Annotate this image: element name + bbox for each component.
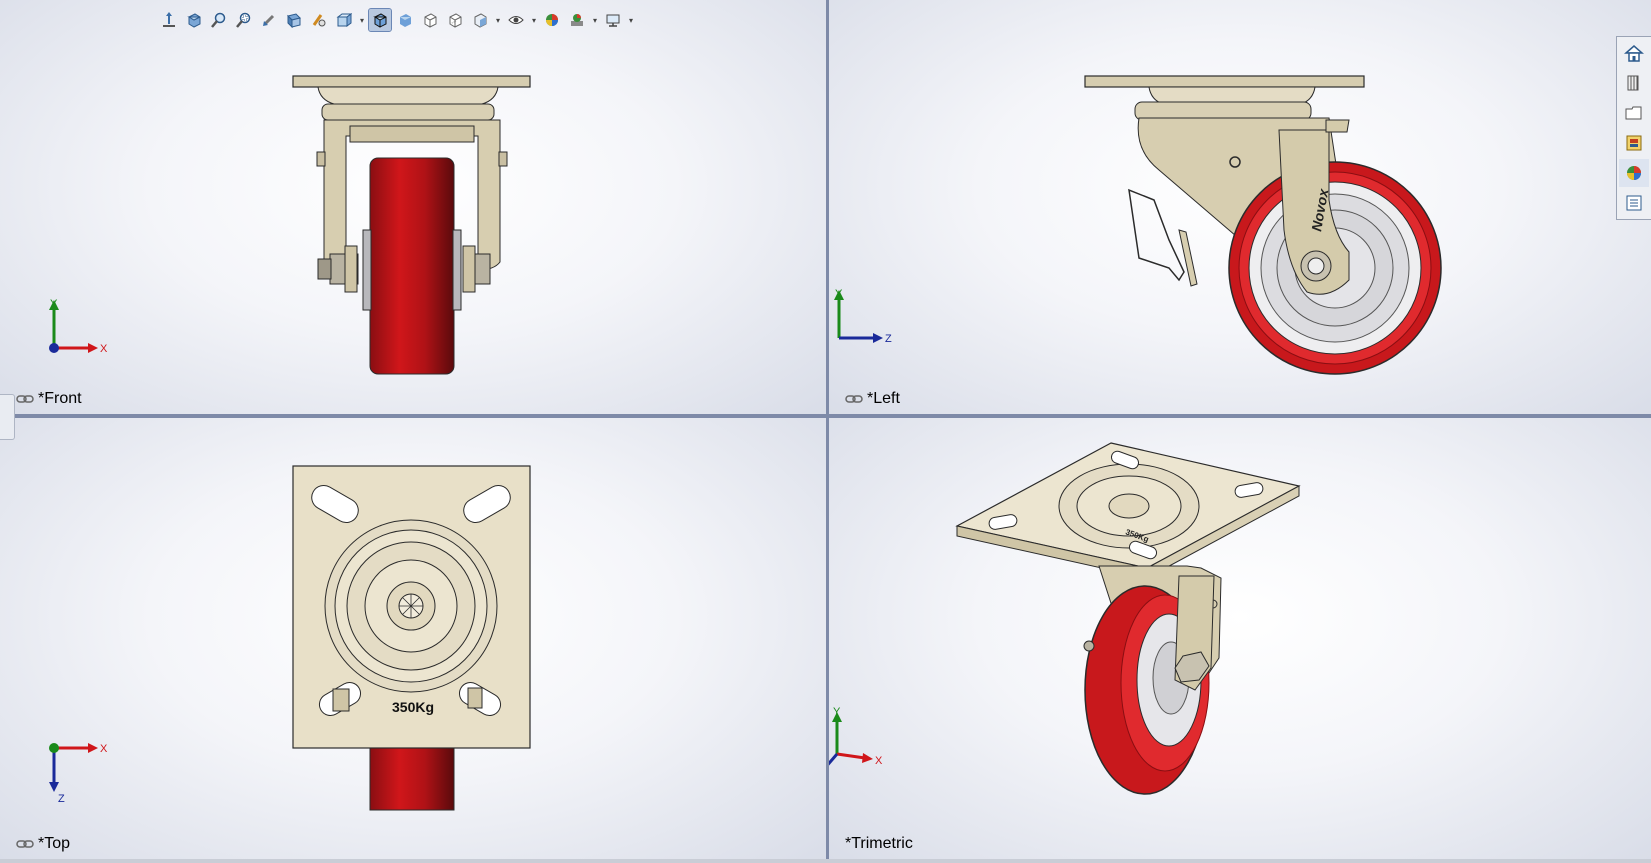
viewport-splitter-horizontal[interactable] [0, 414, 1651, 418]
caster-top-view: 350Kg [292, 465, 531, 811]
y-axis-label: Y [50, 298, 58, 310]
hide-show-items-icon[interactable] [505, 9, 527, 31]
appearances-icon[interactable] [1619, 159, 1649, 187]
x-axis-label: X [100, 743, 108, 755]
dropdown-caret-icon[interactable]: ▾ [627, 16, 635, 25]
shaded-with-edges-icon[interactable] [368, 8, 392, 32]
previous-view-icon[interactable] [258, 9, 280, 31]
bottom-edge [0, 859, 1651, 863]
coordinate-triad: Y X [49, 298, 108, 355]
caster-left-view: Novox [1084, 75, 1442, 375]
coordinate-triad: Y X Z [829, 706, 883, 767]
link-views-icon [16, 840, 34, 848]
task-pane-tabs [1616, 36, 1651, 220]
dropdown-caret-icon[interactable]: ▾ [358, 16, 366, 25]
shaded-icon[interactable] [394, 9, 416, 31]
viewport-label-trimetric[interactable]: *Trimetric [845, 835, 913, 853]
zoom-to-fit-icon[interactable] [208, 9, 230, 31]
hidden-lines-visible-icon[interactable] [444, 9, 466, 31]
apply-scene-icon[interactable] [566, 9, 588, 31]
viewport-name: *Front [38, 390, 82, 407]
standard-views-icon[interactable] [183, 9, 205, 31]
viewport-top[interactable]: 350Kg X Z *Top [0, 418, 826, 859]
viewport-name: *Trimetric [845, 835, 913, 852]
view-orientation-icon[interactable] [158, 9, 180, 31]
viewport-label-front[interactable]: *Front [16, 390, 82, 408]
display-style-icon[interactable] [469, 9, 491, 31]
x-axis-label: X [100, 343, 108, 355]
dropdown-caret-icon[interactable]: ▾ [591, 16, 599, 25]
dynamic-annotation-icon[interactable] [308, 9, 330, 31]
home-icon[interactable] [1619, 39, 1649, 67]
viewport-left[interactable]: Novox Y Z *Left [829, 0, 1651, 414]
link-views-icon [845, 395, 863, 403]
viewport-front[interactable]: Y X *Front [0, 0, 826, 414]
y-axis-label: Y [833, 706, 841, 718]
dropdown-caret-icon[interactable]: ▾ [530, 16, 538, 25]
caster-front-view [292, 75, 531, 375]
coordinate-triad: Y Z [834, 288, 892, 345]
viewport-trimetric[interactable]: 350Kg Y X Z *Trimetric [829, 418, 1651, 859]
section-view-icon[interactable] [283, 9, 305, 31]
z-axis-label: Z [58, 793, 65, 804]
zoom-to-area-icon[interactable] [233, 9, 255, 31]
y-axis-label: Y [835, 288, 843, 300]
file-explorer-icon[interactable] [1619, 99, 1649, 127]
heads-up-view-toolbar: ▾ ▾ ▾ ▾ ▾ [158, 8, 635, 32]
viewport-splitter-vertical[interactable] [826, 0, 829, 863]
panel-collapse-handle[interactable] [0, 394, 15, 440]
load-rating-marking: 350Kg [392, 699, 434, 715]
viewport-name: *Top [38, 835, 71, 852]
coordinate-triad: X Z [49, 743, 108, 804]
viewport-name: *Left [867, 390, 900, 407]
x-axis-label: X [875, 755, 883, 767]
view-orientation-dropdown-icon[interactable] [333, 9, 355, 31]
view-settings-icon[interactable] [602, 9, 624, 31]
viewport-label-top[interactable]: *Top [16, 835, 70, 853]
view-palette-icon[interactable] [1619, 129, 1649, 157]
edit-appearance-icon[interactable] [541, 9, 563, 31]
z-axis-label: Z [885, 333, 892, 345]
design-library-icon[interactable] [1619, 69, 1649, 97]
dropdown-caret-icon[interactable]: ▾ [494, 16, 502, 25]
link-views-icon [16, 395, 34, 403]
caster-trimetric-view: 350Kg [955, 442, 1301, 795]
custom-properties-icon[interactable] [1619, 189, 1649, 217]
hidden-lines-removed-icon[interactable] [419, 9, 441, 31]
viewport-label-left[interactable]: *Left [845, 390, 900, 408]
